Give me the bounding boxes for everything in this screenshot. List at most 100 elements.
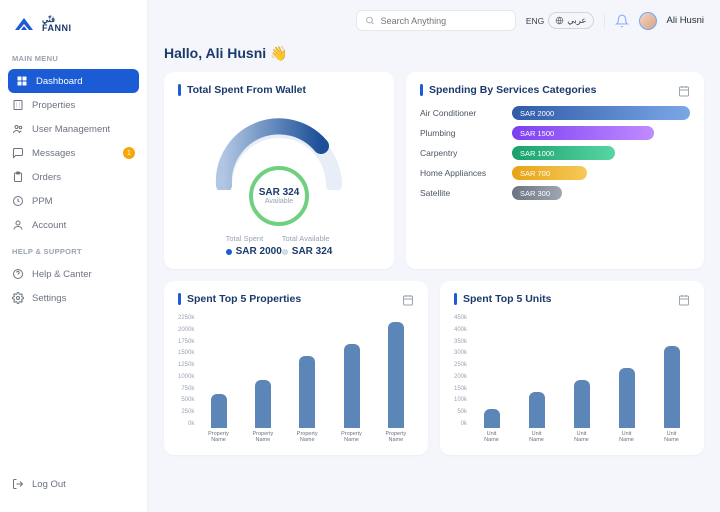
bar-column: UnitName xyxy=(518,392,555,443)
brand-logo[interactable]: فنّي FANNI xyxy=(0,12,147,50)
y-tick: 500k xyxy=(178,397,194,403)
bar-label: PropertyName xyxy=(385,431,406,443)
chart-title: Spent Top 5 Properties xyxy=(187,293,301,305)
bars-area: UnitName UnitName UnitName UnitName UnitName xyxy=(473,315,690,443)
sidebar-item-account[interactable]: Account xyxy=(0,213,147,237)
lang-secondary: عربي xyxy=(567,15,586,26)
calendar-icon xyxy=(678,85,690,97)
calendar-button[interactable] xyxy=(678,293,690,305)
language-switch[interactable]: ENG عربي xyxy=(526,12,594,29)
bar-column: UnitName xyxy=(473,409,510,443)
menu-section-help: HELP & SUPPORT xyxy=(0,243,147,262)
sidebar-item-label: Settings xyxy=(32,293,66,304)
menu-section-main: MAIN MENU xyxy=(0,50,147,69)
stat-spent-label: Total Spent xyxy=(226,234,282,243)
greeting: Hallo, Ali Husni 👋 xyxy=(164,41,704,72)
bar xyxy=(344,344,360,428)
service-label: Carpentry xyxy=(420,148,502,158)
bar-column: PropertyName xyxy=(289,356,325,443)
wallet-card: Total Spent From Wallet SAR 324 Availabl… xyxy=(164,72,394,269)
y-tick: 2000k xyxy=(178,327,194,333)
sidebar-item-orders[interactable]: Orders xyxy=(0,165,147,189)
y-tick: 1000k xyxy=(178,374,194,380)
service-label: Air Conditioner xyxy=(420,108,502,118)
gauge-label: Available xyxy=(265,198,293,205)
bar xyxy=(255,380,271,428)
topbar: ENG عربي Ali Husni xyxy=(148,0,720,41)
avatar[interactable] xyxy=(639,12,657,30)
calendar-button[interactable] xyxy=(402,293,414,305)
lang-primary: ENG xyxy=(526,16,544,26)
service-row: Home AppliancesSAR 700 xyxy=(420,166,690,180)
sidebar-item-dashboard[interactable]: Dashboard xyxy=(8,69,139,93)
accent-bar xyxy=(454,293,457,305)
bars-area: PropertyName PropertyName PropertyName Prop… xyxy=(200,315,414,443)
bar-column: UnitName xyxy=(653,346,690,443)
bar xyxy=(664,346,680,428)
message-icon xyxy=(12,147,24,159)
bar xyxy=(388,322,404,428)
bell-icon xyxy=(615,14,629,28)
logo-mark-icon xyxy=(12,12,36,36)
gear-icon xyxy=(12,292,24,304)
bar xyxy=(529,392,545,428)
clock-icon xyxy=(12,195,24,207)
service-label: Home Appliances xyxy=(420,168,502,178)
y-tick: 1250k xyxy=(178,362,194,368)
y-tick: 50k xyxy=(454,409,467,415)
sidebar-item-help-canter[interactable]: Help & Canter xyxy=(0,262,147,286)
user-icon xyxy=(12,219,24,231)
services-title: Spending By Services Categories xyxy=(429,84,596,96)
username: Ali Husni xyxy=(667,15,705,26)
main-area: ENG عربي Ali Husni Hallo, Ali Husni 👋 To… xyxy=(148,0,720,512)
dot-icon xyxy=(282,249,288,255)
service-row: SatelliteSAR 300 xyxy=(420,186,690,200)
sidebar-item-user-management[interactable]: User Management xyxy=(0,117,147,141)
bar-label: PropertyName xyxy=(208,431,229,443)
y-axis: 2250k2000k1750k1500k1250k1000k750k500k25… xyxy=(178,315,194,443)
y-tick: 150k xyxy=(454,386,467,392)
accent-bar xyxy=(178,84,181,96)
dot-icon xyxy=(226,249,232,255)
search-box[interactable] xyxy=(356,10,516,31)
calendar-button[interactable] xyxy=(678,84,690,96)
service-bar: SAR 300 xyxy=(512,186,562,200)
y-tick: 200k xyxy=(454,374,467,380)
bar-column: UnitName xyxy=(608,368,645,443)
grid-icon xyxy=(16,75,28,87)
sidebar-item-properties[interactable]: Properties xyxy=(0,93,147,117)
y-tick: 300k xyxy=(454,350,467,356)
bar-label: UnitName xyxy=(529,431,544,443)
service-row: Air ConditionerSAR 2000 xyxy=(420,106,690,120)
bar-column: PropertyName xyxy=(200,394,236,443)
bar xyxy=(574,380,590,428)
y-tick: 100k xyxy=(454,397,467,403)
service-bar: SAR 1000 xyxy=(512,146,615,160)
search-input[interactable] xyxy=(381,16,507,26)
accent-bar xyxy=(420,84,423,96)
sidebar-item-messages[interactable]: Messages1 xyxy=(0,141,147,165)
y-tick: 350k xyxy=(454,339,467,345)
calendar-icon xyxy=(402,294,414,306)
wallet-title: Total Spent From Wallet xyxy=(187,84,306,96)
sidebar-item-ppm[interactable]: PPM xyxy=(0,189,147,213)
chart-title: Spent Top 5 Units xyxy=(463,293,551,305)
sidebar-item-label: PPM xyxy=(32,196,53,207)
y-tick: 250k xyxy=(178,409,194,415)
bar-label: PropertyName xyxy=(341,431,362,443)
sidebar-item-label: User Management xyxy=(32,124,110,135)
sidebar-item-settings[interactable]: Settings xyxy=(0,286,147,310)
y-tick: 450k xyxy=(454,315,467,321)
bar-label: UnitName xyxy=(574,431,589,443)
bar-column: UnitName xyxy=(563,380,600,443)
bar xyxy=(484,409,500,428)
badge: 1 xyxy=(123,147,135,159)
service-row: Carpentry SAR 1000 xyxy=(420,146,690,160)
users-icon xyxy=(12,123,24,135)
stat-spent-value: SAR 2000 xyxy=(236,246,282,257)
sidebar-item-label: Dashboard xyxy=(36,76,82,87)
sidebar: فنّي FANNI MAIN MENU Dashboard Properties… xyxy=(0,0,148,512)
notifications-button[interactable] xyxy=(615,14,629,28)
bar-label: UnitName xyxy=(619,431,634,443)
logout-button[interactable]: Log Out xyxy=(0,472,147,500)
